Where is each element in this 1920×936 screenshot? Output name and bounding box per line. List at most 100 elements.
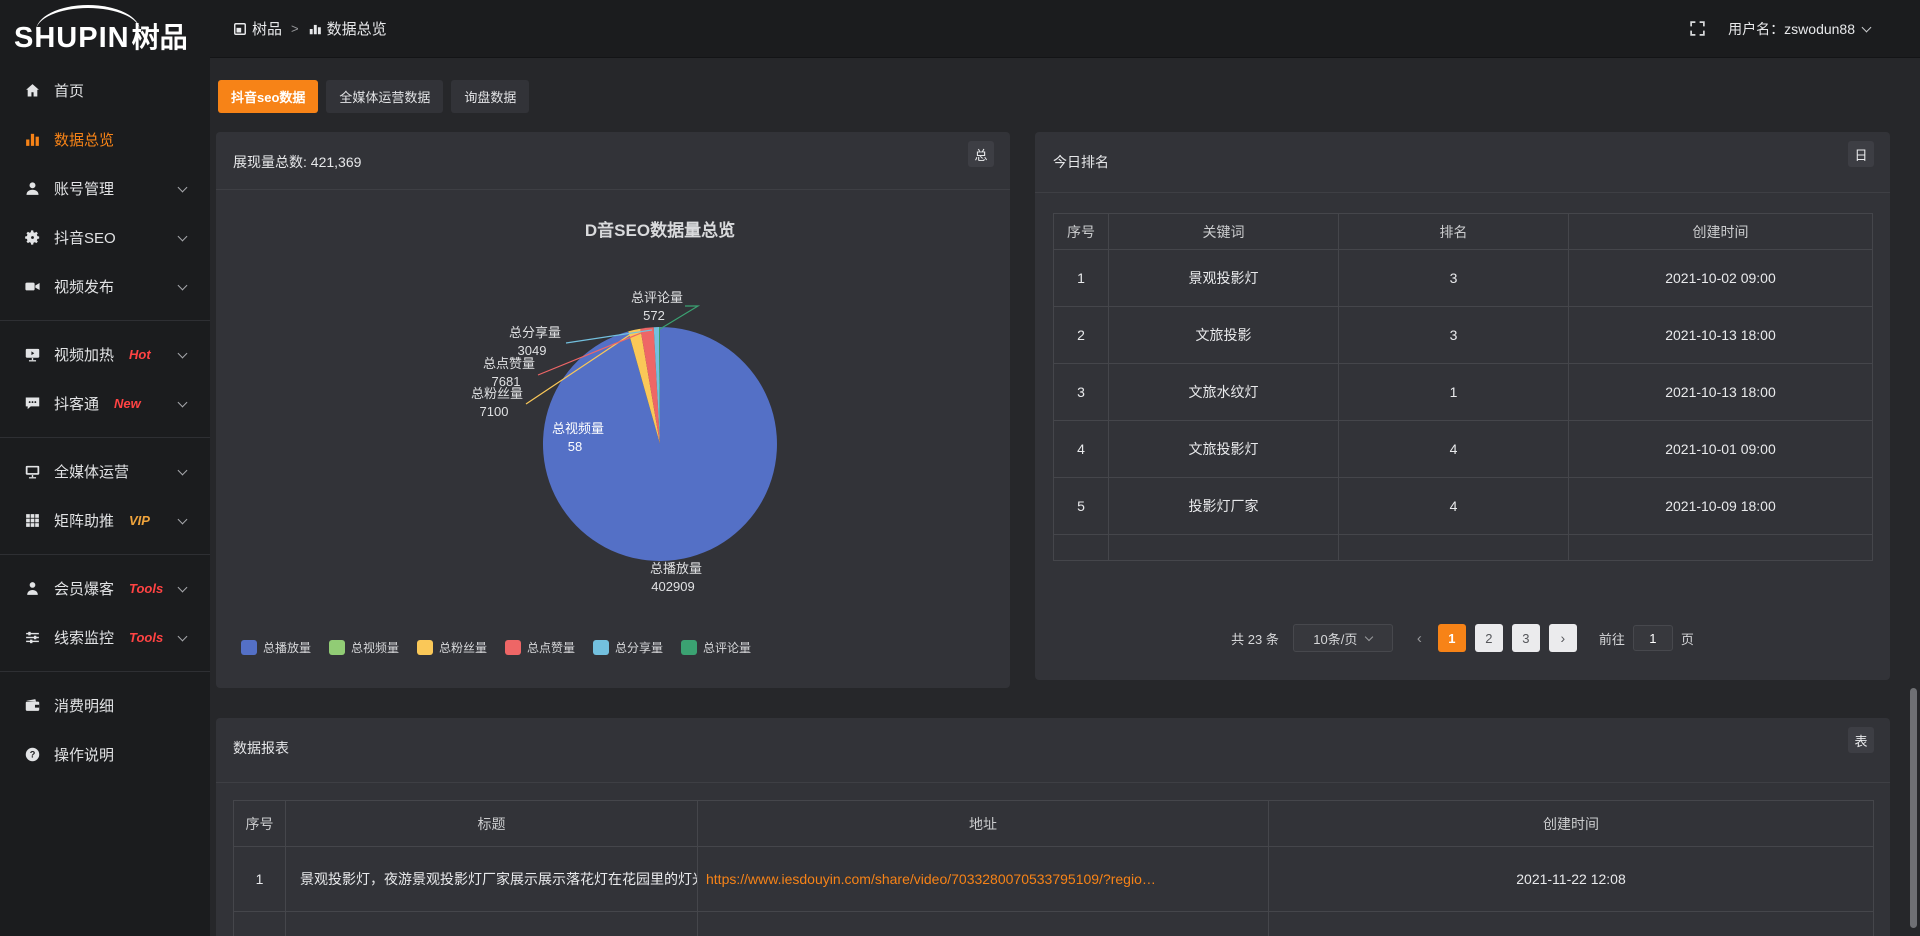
divider	[216, 189, 1010, 190]
pie-label-总分享量: 总分享量3049	[509, 325, 561, 358]
wallet-icon	[24, 697, 41, 714]
empty-cell	[1054, 535, 1109, 561]
report-table-row: 1景观投影灯，夜游景观投影灯厂家展示展示落花灯在花园里的灯光投影应用效果 #ht…	[234, 847, 1874, 912]
sidebar-item-label: 抖音SEO	[54, 227, 116, 248]
rank-cell-keyword: 景观投影灯	[1109, 250, 1339, 307]
sidebar-item-chart-bars[interactable]: 数据总览	[0, 115, 210, 164]
sidebar-item-video-heat[interactable]: 视频加热Hot	[0, 330, 210, 379]
impressions-total-label: 展现量总数: 421,369	[233, 152, 361, 172]
next-page-button[interactable]: ›	[1549, 624, 1577, 652]
sidebar-item-question[interactable]: ?操作说明	[0, 730, 210, 779]
prev-page-button[interactable]: ‹	[1413, 630, 1426, 647]
sidebar-menu: 首页数据总览账号管理抖音SEO 视频发布视频加热Hot 抖客通 New 全媒体运营矩阵助…	[0, 66, 210, 779]
rank-table-row[interactable]: 5投影灯厂家42021-10-09 18:00	[1054, 478, 1873, 535]
sidebar-item-person[interactable]: 会员爆客Tools	[0, 564, 210, 613]
sidebar-item-home[interactable]: 首页	[0, 66, 210, 115]
sidebar-item-video-camera[interactable]: 视频发布	[0, 262, 210, 311]
logo-text-cn: 树品	[132, 22, 188, 53]
video-heat-icon	[24, 346, 41, 363]
legend-item-总点赞量[interactable]: 总点赞量	[505, 639, 575, 656]
pie-label-总播放量: 总播放量402909	[650, 561, 702, 594]
tab-button-2[interactable]: 询盘数据	[451, 80, 529, 113]
report-cell-index: 1	[234, 847, 286, 912]
legend-item-总播放量[interactable]: 总播放量	[241, 639, 311, 656]
breadcrumb-item-home[interactable]: 树品	[233, 18, 282, 39]
page-number-button[interactable]: 1	[1438, 624, 1466, 652]
sidebar-item-label: 抖客通	[54, 393, 99, 414]
rank-table-row[interactable]: 1景观投影灯32021-10-02 09:00	[1054, 250, 1873, 307]
page-size-value: 10条/页	[1313, 629, 1357, 648]
sidebar-item-user[interactable]: 账号管理	[0, 164, 210, 213]
pie-slice-总视频量	[628, 331, 660, 444]
rank-table-row[interactable]: 4文旅投影灯42021-10-01 09:00	[1054, 421, 1873, 478]
empty-cell	[1109, 535, 1339, 561]
sidebar-divider	[0, 437, 210, 438]
table-badge-button[interactable]: 表	[1848, 727, 1874, 753]
pie-slice-总播放量	[543, 327, 777, 561]
rank-table-row[interactable]: 2文旅投影32021-10-13 18:00	[1054, 307, 1873, 364]
goto-page-input[interactable]	[1633, 625, 1673, 651]
rank-cell-created: 2021-10-13 18:00	[1569, 364, 1873, 421]
legend-label: 总分享量	[615, 639, 663, 656]
pie-label-line	[526, 332, 634, 404]
sidebar-item-label: 操作说明	[54, 744, 114, 765]
report-cell-title: 景观投影灯，夜游景观投影灯厂家展示展示落花灯在花园里的灯光投影应用效果 #	[286, 847, 698, 912]
page-size-select[interactable]: 10条/页	[1293, 624, 1393, 652]
legend-item-总分享量[interactable]: 总分享量	[593, 639, 663, 656]
pie-label-line	[663, 546, 673, 560]
rank-table-row[interactable]: 3文旅水纹灯12021-10-13 18:00	[1054, 364, 1873, 421]
grid-icon	[24, 512, 41, 529]
sidebar-item-badge: New	[114, 396, 141, 411]
legend-label: 总粉丝量	[439, 639, 487, 656]
square-icon	[233, 22, 247, 36]
rank-table-row-partial	[1054, 535, 1873, 561]
video-camera-icon	[24, 278, 41, 295]
rank-cell-rank: 4	[1339, 421, 1569, 478]
legend-swatch	[417, 640, 433, 655]
sidebar-item-wallet[interactable]: 消费明细	[0, 681, 210, 730]
tab-button-1[interactable]: 全媒体运营数据	[326, 80, 443, 113]
sidebar-item-label: 视频加热	[54, 344, 114, 365]
breadcrumb-item-current[interactable]: 数据总览	[308, 18, 387, 39]
legend-item-总粉丝量[interactable]: 总粉丝量	[417, 639, 487, 656]
chevron-down-icon	[178, 514, 188, 524]
data-tab-bar: 抖音seo数据全媒体运营数据询盘数据	[218, 80, 537, 113]
report-column-header: 创建时间	[1269, 801, 1874, 847]
report-url-link[interactable]: https://www.iesdouyin.com/share/video/70…	[698, 847, 1269, 912]
sidebar-item-sliders[interactable]: 线索监控Tools	[0, 613, 210, 662]
total-badge-button[interactable]: 总	[968, 141, 994, 167]
page-number-button[interactable]: 3	[1512, 624, 1540, 652]
rank-cell-rank: 3	[1339, 250, 1569, 307]
chevron-down-icon	[178, 280, 188, 290]
rank-cell-created: 2021-10-13 18:00	[1569, 307, 1873, 364]
sidebar-item-chat[interactable]: 抖客通 New	[0, 379, 210, 428]
chevron-down-icon	[178, 631, 188, 641]
legend-swatch	[329, 640, 345, 655]
legend-item-总评论量[interactable]: 总评论量	[681, 639, 751, 656]
legend-swatch	[681, 640, 697, 655]
person-icon	[24, 580, 41, 597]
day-badge-button[interactable]: 日	[1848, 141, 1874, 167]
legend-swatch	[505, 640, 521, 655]
chevron-down-icon	[178, 182, 188, 192]
sidebar-item-badge: VIP	[129, 513, 150, 528]
sidebar-item-gear[interactable]: 抖音SEO	[0, 213, 210, 262]
monitor-icon	[24, 463, 41, 480]
pie-label-总评论量: 总评论量572	[631, 290, 683, 323]
tab-button-0[interactable]: 抖音seo数据	[218, 80, 318, 113]
username-label: 用户名：zswodun88	[1728, 19, 1855, 39]
empty-cell	[1339, 535, 1569, 561]
chevron-down-icon	[1862, 23, 1872, 33]
vertical-scrollbar-thumb[interactable]	[1910, 688, 1917, 928]
report-table: 序号标题地址创建时间 1景观投影灯，夜游景观投影灯厂家展示展示落花灯在花园里的灯…	[233, 800, 1874, 936]
pie-label-line	[660, 306, 698, 329]
fullscreen-icon[interactable]	[1689, 20, 1706, 37]
legend-swatch	[593, 640, 609, 655]
rank-column-header: 关键词	[1109, 214, 1339, 250]
sidebar-item-monitor[interactable]: 全媒体运营	[0, 447, 210, 496]
pie-label-总视频量: 总视频量58	[552, 421, 604, 454]
page-number-button[interactable]: 2	[1475, 624, 1503, 652]
user-menu[interactable]: 用户名：zswodun88	[1728, 19, 1870, 39]
sidebar-item-grid[interactable]: 矩阵助推VIP	[0, 496, 210, 545]
legend-item-总视频量[interactable]: 总视频量	[329, 639, 399, 656]
